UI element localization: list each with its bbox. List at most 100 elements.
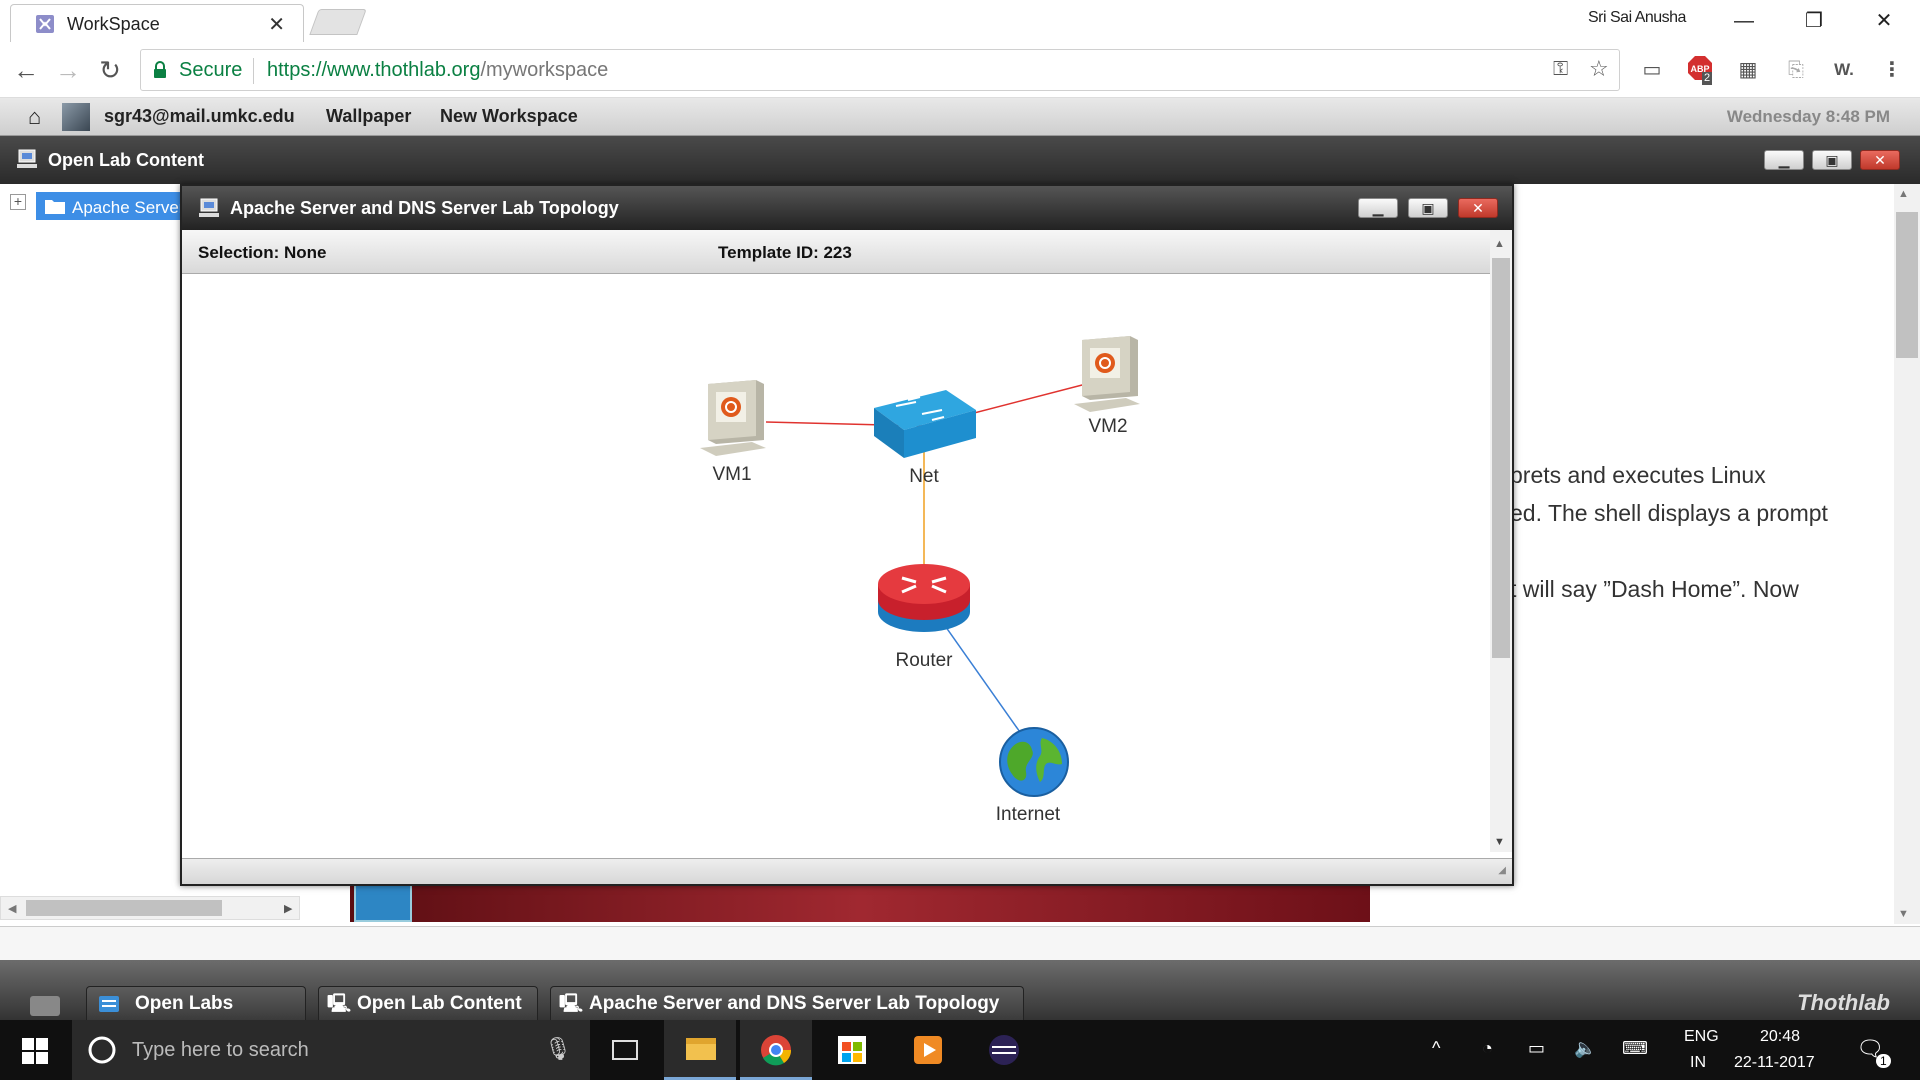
- internet-label: Internet: [995, 804, 1061, 825]
- avatar[interactable]: [62, 103, 90, 131]
- search-placeholder: Type here to search: [132, 1039, 309, 1061]
- close-button[interactable]: ✕: [1458, 198, 1498, 218]
- task-view-icon[interactable]: [588, 1020, 660, 1080]
- battery-icon[interactable]: ▭: [1528, 1038, 1545, 1059]
- pdf-extension-icon[interactable]: ⎘: [1780, 54, 1812, 86]
- url-text[interactable]: https://www.thothlab.org/myworkspace: [267, 59, 608, 82]
- taskbar-time[interactable]: 20:48: [1760, 1028, 1800, 1046]
- reload-icon[interactable]: ↻: [92, 52, 128, 88]
- thothlab-taskbar: Open Labs 🖳 Open Lab Content 🖳 Apache Se…: [0, 960, 1920, 1020]
- computer-icon: [17, 149, 37, 168]
- net-switch-icon[interactable]: [872, 384, 978, 464]
- new-tab-button[interactable]: [309, 9, 367, 35]
- bookmark-star-icon[interactable]: ☆: [1589, 56, 1609, 82]
- windows-start-icon[interactable]: [22, 1038, 48, 1064]
- resize-grip-icon[interactable]: ◢: [1498, 865, 1506, 876]
- forward-icon[interactable]: →: [50, 52, 86, 88]
- open-labs-icon: [99, 996, 119, 1012]
- taskbar-tab-label: Apache Server and DNS Server Lab Topolog…: [589, 993, 1000, 1014]
- horizontal-scrollbar-thumb[interactable]: [26, 900, 222, 916]
- home-icon[interactable]: ⌂: [28, 104, 41, 130]
- volume-icon[interactable]: 🔈: [1574, 1038, 1596, 1059]
- menu-icon[interactable]: ⋮: [1876, 54, 1908, 86]
- url-host: https://www.thothlab.org: [267, 59, 481, 81]
- lock-icon: [154, 61, 166, 78]
- instruction-line: prets and executes Linux: [1510, 462, 1766, 488]
- minimize-button[interactable]: ▁: [1358, 198, 1398, 218]
- taskbar-date[interactable]: 22-11-2017: [1734, 1054, 1815, 1072]
- router-icon[interactable]: [876, 562, 972, 636]
- vm2-computer-icon[interactable]: [1068, 334, 1144, 418]
- browser-tab-title: WorkSpace: [67, 14, 160, 34]
- w-extension-icon[interactable]: W.: [1828, 54, 1860, 86]
- topology-dialog-title: Apache Server and DNS Server Lab Topolog…: [230, 198, 619, 218]
- taskbar-search-box[interactable]: Type here to search 🎙: [72, 1020, 590, 1080]
- show-hidden-icons[interactable]: ^: [1432, 1038, 1440, 1059]
- dialog-scrollbar-thumb[interactable]: [1492, 258, 1510, 658]
- wifi-icon[interactable]: ◔: [1482, 1038, 1493, 1059]
- microphone-icon[interactable]: 🎙: [544, 1036, 572, 1062]
- scroll-right-icon[interactable]: ▶: [284, 902, 292, 915]
- profile-name[interactable]: Sri Sai Anusha: [1588, 9, 1686, 27]
- minimize-button[interactable]: ▁: [1764, 150, 1804, 170]
- eclipse-icon[interactable]: [968, 1020, 1040, 1080]
- file-explorer-icon[interactable]: [664, 1020, 736, 1080]
- tree-item-apache-server[interactable]: Apache Server: [36, 192, 186, 220]
- cast-icon[interactable]: ▭: [1636, 54, 1668, 86]
- media-player-icon[interactable]: [892, 1020, 964, 1080]
- instruction-line: [1510, 532, 1920, 570]
- topology-dialog-titlebar[interactable]: Apache Server and DNS Server Lab Topolog…: [182, 186, 1512, 230]
- open-lab-content-titlebar[interactable]: Open Lab Content ▁ ▣ ✕: [0, 136, 1920, 184]
- restore-icon[interactable]: ❐: [1794, 6, 1834, 36]
- tree-item-label: Apache Server: [72, 198, 185, 217]
- minimize-icon[interactable]: —: [1724, 6, 1764, 36]
- maximize-button[interactable]: ▣: [1812, 150, 1852, 170]
- windows-taskbar: Type here to search 🎙 ^ ◔ ▭ 🔈 ⌨ ENG IN 2…: [0, 1020, 1920, 1080]
- store-icon[interactable]: [816, 1020, 888, 1080]
- address-bar[interactable]: Secure https://www.thothlab.org/myworksp…: [140, 49, 1620, 91]
- computer-icon: 🖳: [327, 993, 352, 1013]
- language-region[interactable]: IN: [1690, 1054, 1706, 1072]
- window-status-bar: [0, 926, 1920, 960]
- maximize-button[interactable]: ▣: [1408, 198, 1448, 218]
- folder-icon: [45, 200, 65, 214]
- topology-canvas[interactable]: VM1 VM2 Net Router Internet: [184, 276, 1488, 852]
- taskbar-tab-label: Open Lab Content: [357, 993, 522, 1014]
- key-icon[interactable]: ⚿: [1553, 58, 1568, 81]
- vertical-scrollbar-thumb[interactable]: [1896, 212, 1918, 358]
- scroll-up-icon[interactable]: ▲: [1898, 188, 1909, 200]
- dialog-scroll-up-icon[interactable]: ▲: [1494, 238, 1505, 250]
- close-tab-icon[interactable]: ✕: [268, 12, 285, 37]
- internet-globe-icon[interactable]: [996, 724, 1072, 800]
- user-email[interactable]: sgr43@mail.umkc.edu: [104, 106, 295, 127]
- scroll-left-icon[interactable]: ◀: [8, 902, 16, 915]
- keyboard-icon[interactable]: ⌨: [1622, 1038, 1648, 1059]
- cortana-icon: [88, 1036, 116, 1064]
- expand-icon[interactable]: +: [10, 194, 26, 210]
- computer-icon: [199, 198, 219, 217]
- clock-text: Wednesday 8:48 PM: [1726, 107, 1890, 126]
- router-label: Router: [895, 650, 953, 671]
- close-window-icon[interactable]: ✕: [1864, 6, 1904, 36]
- taskbar-tab-open-labs[interactable]: Open Labs: [86, 986, 306, 1020]
- vm2-label: VM2: [1088, 416, 1128, 437]
- back-icon[interactable]: ←: [8, 52, 44, 88]
- taskbar-tab-topology[interactable]: 🖳 Apache Server and DNS Server Lab Topol…: [550, 986, 1024, 1020]
- vm1-computer-icon[interactable]: [694, 378, 770, 462]
- new-workspace-link[interactable]: New Workspace: [440, 106, 578, 127]
- notification-count-badge: 1: [1876, 1054, 1891, 1068]
- adblock-icon[interactable]: ABP 2: [1684, 54, 1716, 86]
- desktop-toggle-icon[interactable]: [30, 996, 60, 1016]
- url-path: /myworkspace: [480, 59, 609, 81]
- language-code[interactable]: ENG: [1684, 1028, 1719, 1046]
- thothlab-top-bar: ⌂ sgr43@mail.umkc.edu Wallpaper New Work…: [0, 98, 1920, 136]
- selection-info-bar: Selection: None Template ID: 223: [182, 230, 1490, 274]
- chrome-icon[interactable]: [740, 1020, 812, 1080]
- browser-tab[interactable]: WorkSpace ✕: [10, 4, 304, 42]
- taskbar-tab-open-lab-content[interactable]: 🖳 Open Lab Content: [318, 986, 538, 1020]
- dialog-scroll-down-icon[interactable]: ▼: [1494, 836, 1505, 848]
- extension-grid-icon[interactable]: ▦: [1732, 54, 1764, 86]
- wallpaper-link[interactable]: Wallpaper: [326, 106, 411, 127]
- scroll-down-icon[interactable]: ▼: [1898, 908, 1909, 920]
- close-button[interactable]: ✕: [1860, 150, 1900, 170]
